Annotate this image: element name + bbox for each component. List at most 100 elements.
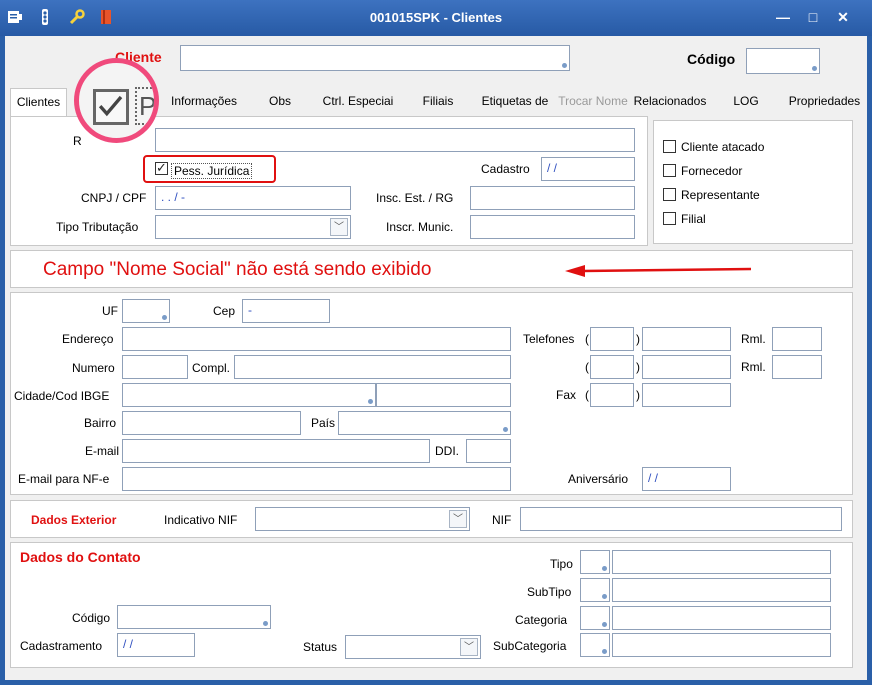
ddi-field[interactable]	[466, 439, 511, 463]
bairro-field[interactable]	[122, 411, 301, 435]
pess-juridica-label: Pess. Jurídica	[171, 163, 253, 179]
cnpj-field[interactable]: . . / -	[155, 186, 351, 210]
tab-relacionados[interactable]: Relacionados	[632, 88, 708, 114]
rml1-field[interactable]	[772, 327, 822, 351]
numero-field[interactable]	[122, 355, 188, 379]
razao-social-field[interactable]	[155, 128, 635, 152]
tab-log[interactable]: LOG	[716, 88, 776, 114]
tab-clientes[interactable]: Clientes	[10, 88, 67, 117]
chevron-down-icon[interactable]: ﹀	[460, 638, 478, 656]
phone2-field[interactable]	[642, 355, 731, 379]
subtipo-code-field[interactable]	[580, 578, 610, 602]
email-field[interactable]	[122, 439, 430, 463]
phone-paren-close: )	[636, 332, 640, 346]
tab-filiais[interactable]: Filiais	[408, 88, 468, 114]
fax-ddd-field[interactable]	[590, 383, 634, 407]
nif-field[interactable]	[520, 507, 842, 531]
cliente-field[interactable]	[180, 45, 570, 71]
cep-label: Cep	[213, 304, 236, 318]
categoria-code-field[interactable]	[580, 606, 610, 630]
tab-trocar-nome[interactable]: Trocar Nome	[556, 88, 630, 114]
fornecedor-checkbox[interactable]	[663, 164, 676, 177]
tipo-code-field[interactable]	[580, 550, 610, 574]
pais-field[interactable]	[338, 411, 511, 435]
title-bar: 001015SPK - Clientes — □ ✕	[0, 0, 872, 36]
tipo-tributacao-label: Tipo Tributação	[56, 220, 139, 234]
nif-label: NIF	[492, 513, 512, 527]
tipo-tributacao-select[interactable]: ﹀	[155, 215, 351, 239]
app-window: 001015SPK - Clientes — □ ✕ Cliente Códig…	[0, 0, 872, 685]
cidade-label: Cidade/Cod IBGE	[14, 389, 110, 403]
phone2-ddd-field[interactable]	[590, 355, 634, 379]
tab-obs[interactable]: Obs	[252, 88, 308, 114]
subcategoria-label: SubCategoria	[493, 639, 567, 653]
uf-field[interactable]	[122, 299, 170, 323]
chevron-down-icon[interactable]: ﹀	[449, 510, 467, 528]
maximize-button[interactable]: □	[804, 9, 822, 25]
categoria-label: Categoria	[515, 613, 568, 627]
email-label: E-mail	[85, 444, 120, 458]
rml1-label: Rml.	[741, 332, 766, 346]
inscr-munic-label: Inscr. Munic.	[386, 220, 454, 234]
subtipo-label: SubTipo	[527, 585, 572, 599]
filial-checkbox[interactable]	[663, 212, 676, 225]
pais-label: País	[311, 416, 336, 430]
bairro-label: Bairro	[84, 416, 117, 430]
endereco-field[interactable]	[122, 327, 511, 351]
close-button[interactable]: ✕	[834, 9, 852, 25]
cadastro-label: Cadastro	[481, 162, 530, 176]
cadastramento-label: Cadastramento	[20, 639, 103, 653]
tab-propriedades[interactable]: Propriedades	[782, 88, 867, 114]
subcategoria-code-field[interactable]	[580, 633, 610, 657]
phone2-paren-close: )	[636, 360, 640, 374]
phone1-ddd-field[interactable]	[590, 327, 634, 351]
representante-checkbox[interactable]	[663, 188, 676, 201]
fax-paren-close: )	[636, 388, 640, 402]
codigo-field[interactable]	[746, 48, 820, 74]
ddi-label: DDI.	[435, 444, 459, 458]
tipo-label: Tipo	[550, 557, 573, 571]
rml2-field[interactable]	[772, 355, 822, 379]
cep-field[interactable]: -	[242, 299, 330, 323]
email-nfe-field[interactable]	[122, 467, 511, 491]
cadastramento-field[interactable]: / /	[117, 633, 195, 657]
cnpj-label: CNPJ / CPF	[81, 191, 147, 205]
cliente-atacado-checkbox[interactable]	[663, 140, 676, 153]
cidade-field[interactable]	[122, 383, 376, 407]
cod-ibge-field[interactable]	[376, 383, 511, 407]
razao-label: R	[73, 134, 82, 148]
categoria-desc-field[interactable]	[612, 606, 831, 630]
tab-informacoes[interactable]: Informações	[166, 88, 242, 114]
filial-label: Filial	[681, 212, 706, 226]
rml2-label: Rml.	[741, 360, 766, 374]
chevron-down-icon[interactable]: ﹀	[330, 218, 348, 236]
zoom-magnifier: P	[74, 58, 159, 143]
codigo-label: Código	[687, 51, 736, 67]
aniversario-field[interactable]: / /	[642, 467, 731, 491]
email-nfe-label: E-mail para NF-e	[18, 472, 110, 486]
inscr-munic-field[interactable]	[470, 215, 635, 239]
exterior-title: Dados Exterior	[31, 513, 117, 527]
phone-paren-open: (	[585, 332, 589, 346]
insc-est-field[interactable]	[470, 186, 635, 210]
pess-juridica-checkbox[interactable]	[155, 160, 168, 176]
tab-ctrl-especiais[interactable]: Ctrl. Especiai	[318, 88, 398, 114]
indicativo-nif-select[interactable]: ﹀	[255, 507, 470, 531]
fax-field[interactable]	[642, 383, 731, 407]
minimize-button[interactable]: —	[774, 9, 792, 25]
zoomed-checkbox	[93, 89, 129, 125]
status-select[interactable]: ﹀	[345, 635, 481, 659]
fax-label: Fax	[556, 388, 577, 402]
subcategoria-desc-field[interactable]	[612, 633, 831, 657]
subtipo-desc-field[interactable]	[612, 578, 831, 602]
tab-etiquetas[interactable]: Etiquetas de	[476, 88, 554, 114]
compl-field[interactable]	[234, 355, 511, 379]
contato-title: Dados do Contato	[20, 549, 141, 565]
contato-codigo-field[interactable]	[117, 605, 271, 629]
phone1-field[interactable]	[642, 327, 731, 351]
insc-est-label: Insc. Est. / RG	[376, 191, 454, 205]
cadastro-field[interactable]: / /	[541, 157, 635, 181]
tipo-desc-field[interactable]	[612, 550, 831, 574]
contato-codigo-label: Código	[72, 611, 111, 625]
representante-label: Representante	[681, 188, 760, 202]
